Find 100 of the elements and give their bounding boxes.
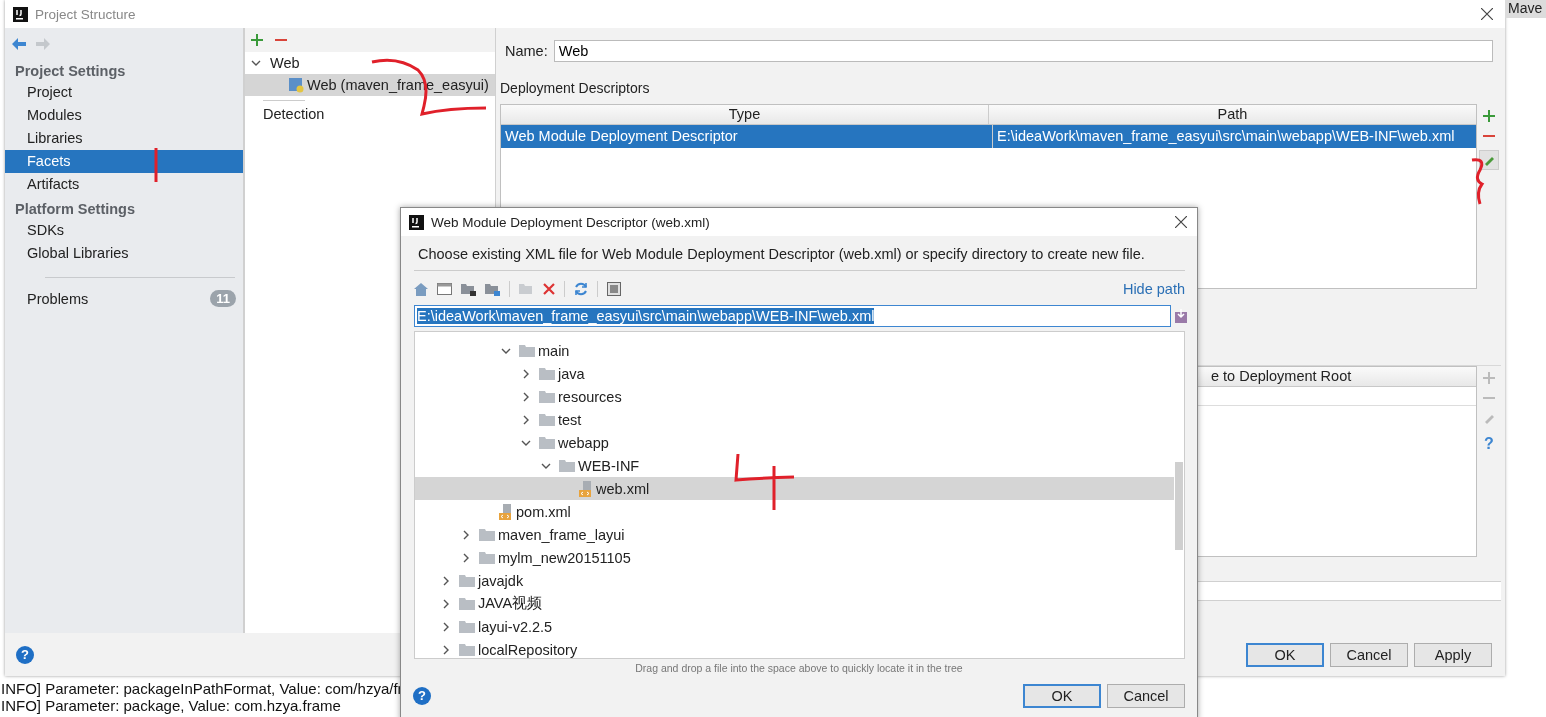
xml-file-icon [579, 480, 593, 497]
close-icon[interactable] [1175, 216, 1187, 228]
tree-item[interactable]: test [415, 408, 1184, 431]
tree-item-label: javajdk [476, 572, 524, 589]
dialog-button[interactable]: OK [1023, 684, 1101, 708]
tree-item-label: java [556, 365, 585, 382]
column-header[interactable]: Type [501, 105, 989, 124]
add-icon[interactable] [1483, 110, 1495, 122]
table-row[interactable]: Web Module Deployment Descriptor E:\ideaWork\maven_frame_easyui\src\main\webapp\WEB-INF\web.xml [501, 125, 1476, 148]
chevron-right-icon[interactable] [441, 575, 451, 586]
console-log-line: INFO] Parameter: package, Value: com.hzya.frame [1, 697, 341, 714]
dialog-button[interactable]: Cancel [1107, 684, 1185, 708]
folder-icon [459, 620, 475, 633]
table-cell: Web Module Deployment Descriptor [501, 125, 993, 148]
close-icon[interactable] [1481, 8, 1493, 20]
name-input-field[interactable]: Web [553, 40, 1493, 62]
folder-icon [539, 436, 555, 449]
tree-item[interactable]: resources [415, 385, 1184, 408]
folder-icon [459, 597, 475, 610]
dialog-button[interactable]: Apply [1414, 642, 1492, 667]
dialog-button[interactable]: Cancel [1330, 642, 1408, 667]
tree-item[interactable]: pom.xml [415, 500, 1184, 523]
chevron-right-icon[interactable] [521, 414, 531, 425]
tree-item[interactable]: webapp [415, 431, 1184, 454]
scrollbar-thumb[interactable] [1175, 462, 1183, 550]
tree-item[interactable]: Detection [245, 101, 495, 122]
folder-icon [539, 390, 555, 403]
folder-icon [479, 528, 495, 541]
tree-item-label: Web [270, 55, 300, 71]
sidebar-item[interactable]: Project [5, 81, 243, 104]
chevron-right-icon[interactable] [521, 368, 531, 379]
tree-item-label: mylm_new20151105 [497, 549, 631, 566]
sidebar-heading: Project Settings [14, 62, 127, 81]
folder-icon [559, 459, 575, 472]
tree-item-label: localRepository [477, 641, 578, 658]
desktop-icon[interactable] [437, 283, 452, 295]
remove-icon[interactable] [275, 38, 287, 42]
folder-icon [459, 574, 475, 587]
section-heading: Deployment Descriptors [500, 80, 651, 96]
folder-icon[interactable] [461, 282, 476, 296]
path-input-field[interactable]: E:\ideaWork\maven_frame_easyui\src\main\webapp\WEB-INF\web.xml [414, 305, 1171, 327]
sidebar-item[interactable]: Libraries [5, 127, 243, 150]
tree-item[interactable]: Web [245, 52, 495, 74]
app-logo-icon [409, 214, 424, 230]
tree-item[interactable]: mylm_new20151105 [415, 546, 1184, 569]
tree-item[interactable]: maven_frame_layui [415, 523, 1184, 546]
chevron-right-icon[interactable] [441, 644, 451, 655]
tree-item[interactable]: web.xml [415, 477, 1174, 500]
delete-icon[interactable] [543, 283, 555, 295]
chevron-right-icon[interactable] [461, 552, 471, 563]
sidebar-item[interactable]: Facets [5, 150, 243, 173]
help-button[interactable]: ? [16, 645, 34, 664]
tree-item-label: JAVA视频 [477, 594, 543, 613]
folder-icon [539, 413, 555, 426]
dialog-title: Web Module Deployment Descriptor (web.xml) [431, 214, 710, 230]
hide-path-link[interactable]: Hide path [1122, 281, 1185, 297]
xml-file-icon [499, 503, 513, 520]
chevron-down-icon[interactable] [251, 58, 261, 68]
sidebar-item[interactable]: SDKs [5, 219, 243, 242]
web-facet-icon [289, 77, 304, 93]
chevron-right-icon[interactable] [441, 598, 451, 609]
show-hidden-icon[interactable] [607, 282, 621, 296]
app-logo-icon [13, 6, 28, 22]
sidebar-item[interactable]: Global Libraries [5, 242, 243, 265]
chevron-right-icon[interactable] [521, 391, 531, 402]
tree-item[interactable]: main [415, 339, 1184, 362]
tree-item-label: resources [557, 388, 622, 405]
tree-item[interactable]: java [415, 362, 1184, 385]
tree-item-label: test [557, 411, 582, 428]
hint-text: Drag and drop a file into the space above to quickly locate it in the tree [634, 661, 964, 676]
refresh-icon[interactable] [574, 282, 588, 296]
tree-item-label: web.xml [595, 480, 650, 497]
dialog-description: Choose existing XML file for Web Module Deployment Descriptor (web.xml) or specify directory to create new file. [417, 245, 1146, 264]
window-title: Project Structure [35, 6, 136, 22]
help-button[interactable]: ? [413, 687, 431, 705]
add-icon[interactable] [251, 34, 263, 46]
tree-item-label: main [537, 342, 570, 359]
column-header[interactable]: Path [989, 105, 1476, 124]
tree-item[interactable]: JAVA视频 [415, 592, 1184, 615]
history-icon[interactable] [1175, 309, 1187, 323]
tree-item[interactable]: WEB-INF [415, 454, 1184, 477]
folder-icon [519, 344, 535, 357]
chevron-right-icon[interactable] [441, 621, 451, 632]
home-icon[interactable] [414, 282, 428, 296]
tree-item-label: webapp [557, 434, 609, 451]
tree-item[interactable]: localRepository [415, 638, 1184, 658]
back-arrow-icon[interactable] [12, 38, 26, 50]
console-log-line: INFO] Parameter: packageInPathFormat, Value: com/hzya/fr [1, 680, 403, 697]
dialog-button[interactable]: OK [1246, 642, 1324, 667]
sidebar-item[interactable]: Problems [27, 290, 211, 307]
remove-icon[interactable] [1483, 134, 1495, 138]
sidebar-item[interactable]: Modules [5, 104, 243, 127]
tree-item[interactable]: layui-v2.2.5 [415, 615, 1184, 638]
chevron-right-icon[interactable] [461, 529, 471, 540]
folder-icon [539, 367, 555, 380]
tree-item-label: pom.xml [515, 503, 571, 520]
folder-icon [479, 551, 495, 564]
sidebar-item[interactable]: Artifacts [5, 173, 243, 196]
tree-item[interactable]: javajdk [415, 569, 1184, 592]
folder-icon [459, 643, 475, 656]
